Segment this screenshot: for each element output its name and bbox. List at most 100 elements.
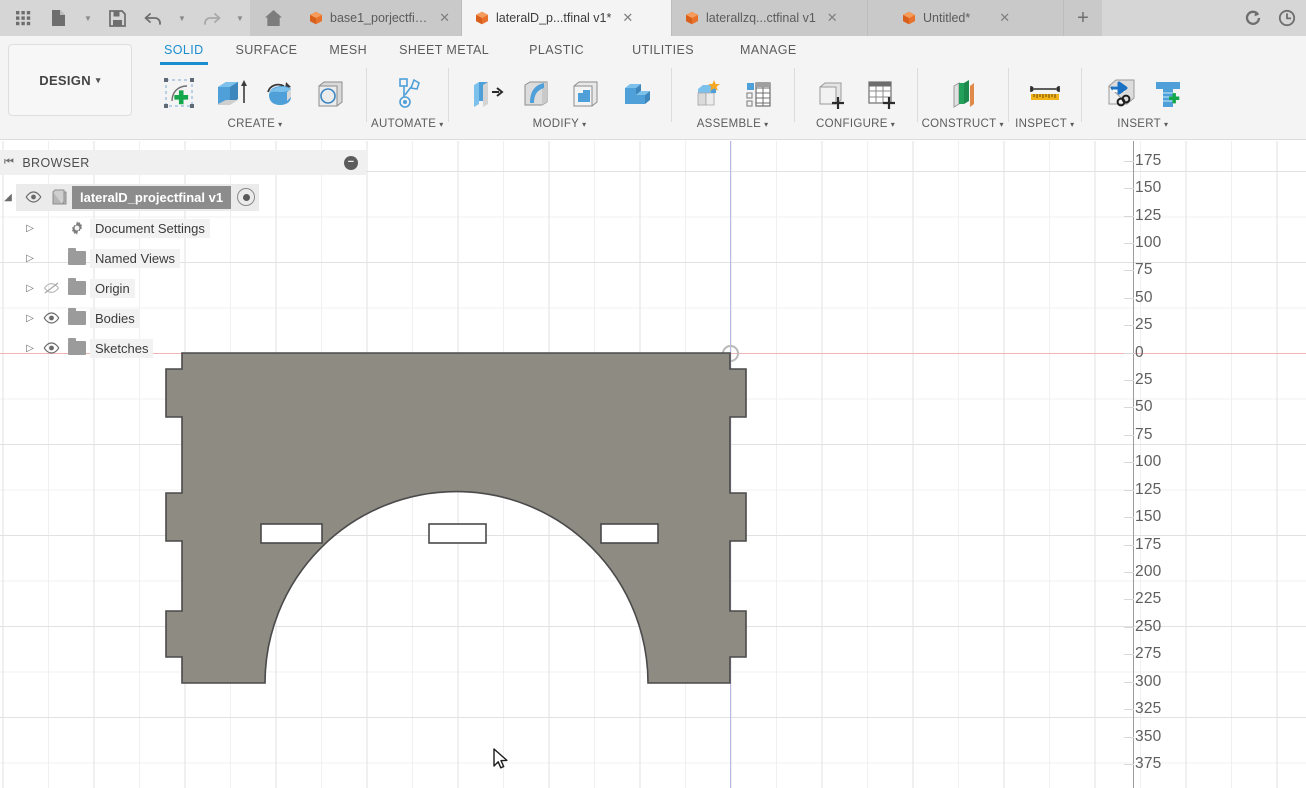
press-pull-icon[interactable]: [461, 70, 509, 118]
document-tab-3[interactable]: Untitled* ✕: [868, 0, 1064, 36]
panel-construct-label: CONSTRUCT: [921, 118, 997, 130]
panel-insert-label: INSERT: [1117, 118, 1161, 130]
undo-dropdown-caret-icon[interactable]: ▼: [172, 1, 192, 35]
panel-inspect-icons: [1013, 66, 1077, 118]
configuration-icon[interactable]: [807, 70, 855, 118]
close-icon[interactable]: ✕: [999, 10, 1010, 26]
panel-create-title[interactable]: CREATE ▾: [148, 118, 362, 130]
activate-component-icon[interactable]: [237, 188, 256, 206]
browser-item-bodies[interactable]: ▷ Bodies: [0, 303, 366, 333]
create-sketch-icon[interactable]: [156, 70, 204, 118]
joint-icon[interactable]: [734, 70, 782, 118]
job-status-icon[interactable]: [1236, 1, 1270, 35]
combine-icon[interactable]: [611, 70, 659, 118]
chevron-down-icon: ▾: [890, 120, 896, 129]
fusion-cube-icon: [902, 11, 916, 25]
panel-automate-title[interactable]: AUTOMATE ▾: [371, 118, 444, 130]
expand-arrow-icon[interactable]: ▷: [22, 283, 38, 294]
notifications-icon[interactable]: [1270, 1, 1304, 35]
browser-title: BROWSER: [22, 155, 90, 170]
browser-root-node[interactable]: ◢ lateralD_projectfinal v1: [0, 181, 366, 213]
browser-item-document-settings[interactable]: ▷ Document Settings: [0, 213, 366, 243]
offset-plane-icon[interactable]: [939, 70, 987, 118]
ribbon-tab-utilities[interactable]: UTILITIES: [608, 40, 718, 60]
shell-icon[interactable]: [561, 70, 609, 118]
fusion-cube-icon: [475, 11, 489, 25]
browser-item-sketches[interactable]: ▷ Sketches: [0, 333, 366, 363]
visibility-eye-icon[interactable]: [38, 312, 64, 324]
redo-dropdown-caret-icon[interactable]: ▼: [230, 1, 250, 35]
browser-item-label: Bodies: [90, 308, 140, 328]
visibility-eye-icon[interactable]: [20, 191, 46, 203]
expand-arrow-icon[interactable]: ▷: [22, 223, 38, 234]
new-file-dropdown-caret-icon[interactable]: ▼: [78, 1, 98, 35]
root-row: lateralD_projectfinal v1: [16, 183, 260, 211]
ribbon-tab-strip: SOLID SURFACE MESH SHEET METAL PLASTIC U…: [148, 40, 819, 65]
close-icon[interactable]: ✕: [622, 10, 633, 26]
panel-assemble-title[interactable]: ASSEMBLE ▾: [676, 118, 790, 130]
browser-item-named-views[interactable]: ▷ Named Views: [0, 243, 366, 273]
measure-icon[interactable]: [1021, 70, 1069, 118]
document-tab-label: Untitled*: [923, 11, 971, 25]
visibility-eye-icon[interactable]: [38, 342, 64, 354]
ribbon-tab-surface[interactable]: SURFACE: [220, 40, 314, 60]
extrude-icon[interactable]: [206, 70, 254, 118]
expand-arrow-icon[interactable]: ▷: [22, 313, 38, 324]
close-icon[interactable]: ✕: [827, 10, 838, 26]
collapse-panel-icon[interactable]: ⏮: [4, 156, 14, 169]
panel-divider: [916, 68, 918, 122]
new-component-icon[interactable]: [684, 70, 732, 118]
browser-item-origin[interactable]: ▷ Origin: [0, 273, 366, 303]
document-tab-label: base1_porjectfinal v1*: [330, 11, 429, 25]
sketch-folder-icon: [64, 338, 90, 355]
ribbon-tab-mesh[interactable]: MESH: [313, 40, 383, 60]
ribbon-tab-manage[interactable]: MANAGE: [718, 40, 819, 60]
fusion-cube-icon: [309, 11, 323, 25]
chevron-down-icon: ▾: [1164, 120, 1169, 129]
insert-derive-icon[interactable]: [1094, 70, 1142, 118]
visibility-eye-off-icon[interactable]: [38, 282, 64, 294]
revolve-icon[interactable]: [256, 70, 304, 118]
expand-arrow-icon[interactable]: ▷: [22, 253, 38, 264]
close-icon[interactable]: ✕: [439, 10, 450, 26]
home-icon[interactable]: [250, 0, 296, 36]
configuration-table-icon[interactable]: [857, 70, 905, 118]
panel-create-label: CREATE: [227, 118, 276, 130]
panel-automate-label: AUTOMATE: [371, 118, 437, 130]
new-tab-button[interactable]: +: [1064, 0, 1102, 36]
expand-arrow-icon[interactable]: ◢: [0, 192, 16, 203]
panel-assemble-label: ASSEMBLE: [696, 118, 762, 130]
slot-center: [428, 523, 487, 544]
minimize-icon[interactable]: −: [344, 155, 358, 170]
generative-design-icon[interactable]: [383, 70, 431, 118]
app-grid-icon[interactable]: [6, 1, 40, 35]
ribbon-tab-sheet-metal[interactable]: SHEET METAL: [383, 40, 505, 60]
fillet-icon[interactable]: [511, 70, 559, 118]
workspace-switcher[interactable]: DESIGN ▾: [8, 44, 132, 116]
ribbon-tab-solid[interactable]: SOLID: [148, 40, 220, 65]
redo-icon[interactable]: [194, 1, 228, 35]
panel-divider: [447, 68, 449, 122]
document-tab-0[interactable]: base1_porjectfinal v1* ✕: [296, 0, 462, 36]
panel-configure-title[interactable]: CONFIGURE ▾: [799, 118, 913, 130]
panel-inspect-title[interactable]: INSPECT ▾: [1013, 118, 1077, 130]
slot-left: [260, 523, 323, 544]
panel-insert-title[interactable]: INSERT ▾: [1086, 118, 1200, 130]
mouse-pointer: [493, 748, 508, 769]
document-tab-1[interactable]: lateralD_p...tfinal v1* ✕: [462, 0, 672, 36]
save-icon[interactable]: [100, 1, 134, 35]
undo-icon[interactable]: [136, 1, 170, 35]
folder-icon: [64, 308, 90, 325]
panel-modify-title[interactable]: MODIFY ▾: [453, 118, 667, 130]
sweep-icon[interactable]: [306, 70, 354, 118]
panel-divider: [793, 68, 795, 122]
new-file-icon[interactable]: [42, 1, 76, 35]
expand-arrow-icon[interactable]: ▷: [22, 343, 38, 354]
ribbon-tab-plastic[interactable]: PLASTIC: [505, 40, 608, 60]
insert-mcmaster-icon[interactable]: [1144, 70, 1192, 118]
browser-header: ⏮ BROWSER −: [0, 150, 366, 175]
panel-construct-title[interactable]: CONSTRUCT ▾: [922, 118, 1004, 130]
panel-divider: [366, 68, 367, 122]
document-tab-2[interactable]: laterallzq...ctfinal v1 ✕: [672, 0, 868, 36]
panel-modify-label: MODIFY: [532, 118, 580, 130]
